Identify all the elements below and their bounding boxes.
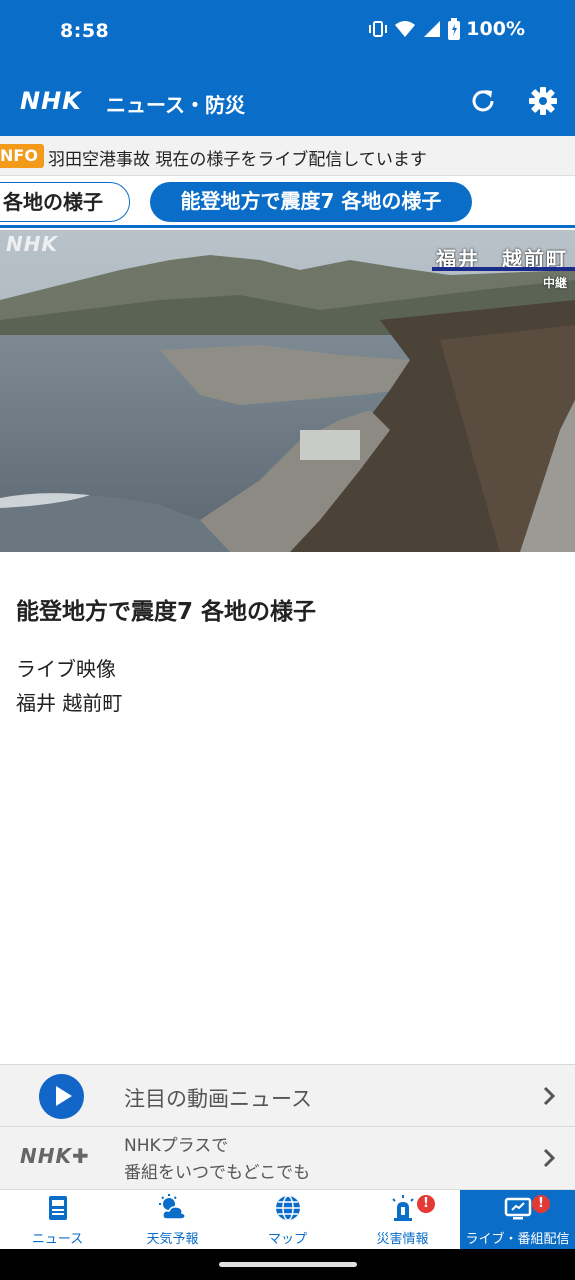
stream-description: ライブ映像 福井 越前町: [16, 652, 122, 720]
gesture-bar: [0, 1249, 575, 1280]
video-news-row[interactable]: 注目の動画ニュース: [0, 1064, 575, 1126]
battery-percent: 100%: [466, 18, 525, 40]
ticker-text[interactable]: 羽田空港事故 現在の様子をライブ配信しています: [48, 145, 427, 170]
live-video-player[interactable]: NHK 福井 越前町 中継: [0, 230, 575, 552]
alert-badge-icon: !: [417, 1195, 435, 1213]
nav-news-label: ニュース: [31, 1232, 84, 1247]
status-bar: 8:58 100%: [0, 0, 575, 64]
stream-desc-line1: ライブ映像: [16, 657, 116, 681]
nav-weather-label: 天気予報: [146, 1232, 199, 1247]
nhk-plus-line1: NHKプラスで: [124, 1136, 229, 1156]
vibrate-icon: [369, 21, 388, 37]
stream-desc-line2: 福井 越前町: [16, 691, 123, 715]
chevron-right-icon: [543, 1148, 556, 1168]
refresh-icon[interactable]: [468, 86, 498, 116]
info-ticker[interactable]: NFO 羽田空港事故 現在の様子をライブ配信しています: [0, 136, 575, 176]
nav-disaster[interactable]: ! 災害情報: [345, 1190, 460, 1250]
nhk-plus-logo: NHK✚: [20, 1144, 90, 1168]
video-news-label: 注目の動画ニュース: [124, 1087, 312, 1111]
video-location-bar: [432, 267, 575, 271]
stream-title: 能登地方で震度7 各地の様子: [16, 599, 317, 625]
nhk-plus-line2: 番組をいつでもどこでも: [124, 1163, 311, 1183]
page-title: ニュース・防災: [106, 93, 245, 117]
globe-icon: [276, 1195, 300, 1221]
nav-weather[interactable]: 天気予報: [115, 1190, 230, 1250]
nav-map-label: マップ: [267, 1232, 307, 1247]
nhk-plus-row[interactable]: NHK✚ NHKプラスで 番組をいつでもどこでも: [0, 1126, 575, 1189]
siren-icon: [392, 1195, 414, 1221]
signal-icon: [424, 21, 441, 37]
gear-icon[interactable]: [527, 85, 559, 117]
nhk-logo: NHK: [20, 87, 82, 115]
video-relay-label: 中継: [543, 276, 568, 290]
info-badge: NFO: [0, 144, 44, 168]
newspaper-icon: [49, 1196, 67, 1220]
weather-icon: [159, 1194, 186, 1220]
nav-live[interactable]: ! ライブ・番組配信: [460, 1190, 575, 1250]
play-icon: [39, 1074, 84, 1119]
nav-disaster-label: 災害情報: [376, 1232, 429, 1247]
nav-news[interactable]: ニュース: [0, 1190, 115, 1250]
app-bar: NHK ニュース・防災: [0, 64, 575, 136]
nhk-plus-text: NHKプラスで 番組をいつでもどこでも: [124, 1133, 310, 1187]
tab-regions[interactable]: 各地の様子: [0, 182, 130, 222]
tab-noto-quake[interactable]: 能登地方で震度7 各地の様子: [150, 182, 472, 222]
status-time: 8:58: [60, 20, 110, 42]
chevron-right-icon: [543, 1086, 556, 1106]
bottom-navigation: ニュース 天気予報 マップ ! 災害情報 ! ライブ・番組配信: [0, 1189, 575, 1250]
tv-icon: [504, 1197, 532, 1220]
video-watermark: NHK: [6, 232, 58, 256]
nav-live-label: ライブ・番組配信: [465, 1232, 570, 1247]
wifi-icon: [395, 21, 416, 37]
battery-icon: [448, 18, 461, 40]
alert-badge-icon: !: [532, 1195, 550, 1213]
status-icons: 100%: [368, 18, 525, 40]
nav-map[interactable]: マップ: [230, 1190, 345, 1250]
channel-tabs: 各地の様子 能登地方で震度7 各地の様子: [0, 176, 575, 228]
home-handle[interactable]: [219, 1262, 357, 1267]
app-screen: 8:58 100% NHK ニュース・防災 NFO 羽田空港事故 現在の様子をラ…: [0, 0, 575, 1280]
video-frame: [0, 230, 575, 552]
